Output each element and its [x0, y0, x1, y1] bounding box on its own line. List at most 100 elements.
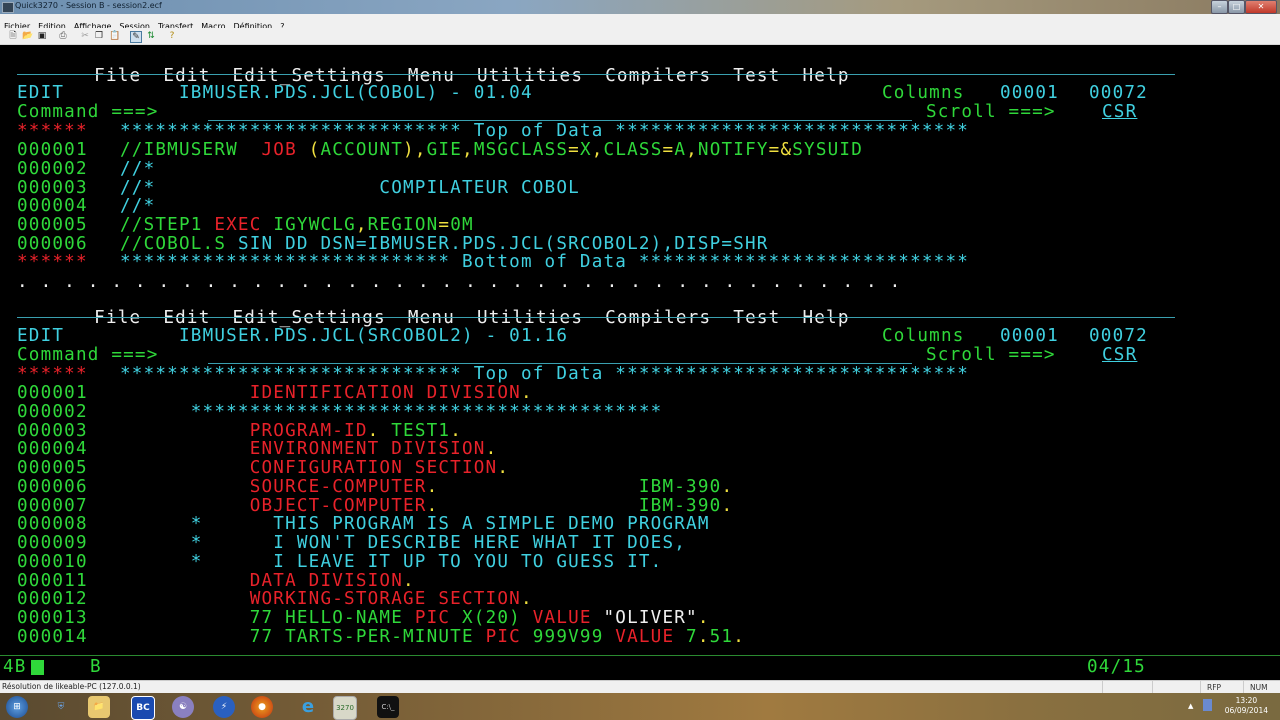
line-number[interactable]: 000002: [17, 402, 88, 422]
line-number[interactable]: 000003: [17, 421, 88, 441]
ispf-menu-edit-settings[interactable]: Edit_Settings: [233, 308, 386, 328]
source-line[interactable]: //* COMPILATEUR COBOL: [120, 178, 580, 198]
source-line[interactable]: SOURCE-COMPUTER. IBM-390.: [120, 477, 733, 497]
line-number[interactable]: 000004: [17, 440, 88, 459]
ispf-menu-help[interactable]: Help: [802, 308, 849, 328]
maximize-button[interactable]: □: [1228, 0, 1245, 14]
app-c-icon[interactable]: ☯: [172, 696, 194, 718]
cut-icon[interactable]: ✂: [80, 31, 90, 41]
code-token: .: [497, 458, 510, 478]
panel1-mode: EDIT: [17, 83, 65, 103]
code-token: ENVIRONMENT DIVISION: [120, 439, 486, 460]
file-explorer-icon[interactable]: 📁: [88, 696, 110, 718]
internet-explorer-icon[interactable]: e: [297, 696, 319, 718]
ispf-menu-utilities[interactable]: Utilities: [477, 308, 583, 328]
source-line[interactable]: CONFIGURATION SECTION.: [120, 459, 509, 478]
print-icon[interactable]: ⎙: [58, 31, 68, 41]
line-number[interactable]: 000004: [17, 197, 88, 216]
line-number[interactable]: 000012: [17, 590, 88, 609]
code-token: "OLIVER": [603, 608, 698, 628]
system-clock[interactable]: 13:20 06/09/2014: [1225, 696, 1268, 716]
source-line[interactable]: IDENTIFICATION DIVISION.: [120, 384, 533, 403]
source-line[interactable]: * THIS PROGRAM IS A SIMPLE DEMO PROGRAM: [120, 515, 710, 534]
code-token: CLASS: [603, 140, 663, 160]
status-text: Résolution de likeable-PC (127.0.0.1): [2, 682, 141, 691]
source-line[interactable]: * I WON'T DESCRIBE HERE WHAT IT DOES,: [120, 534, 686, 553]
line-number[interactable]: 000001: [17, 141, 88, 160]
code-token: .: [733, 626, 746, 647]
close-button[interactable]: ✕: [1245, 0, 1277, 14]
source-line[interactable]: PROGRAM-ID. TEST1.: [120, 421, 462, 441]
line-number[interactable]: 000009: [17, 534, 88, 553]
panel1-scroll-label: Scroll ===>: [926, 102, 1056, 122]
source-line[interactable]: //*: [120, 158, 156, 179]
line-number[interactable]: 000006: [17, 477, 88, 497]
line-number[interactable]: 000006: [17, 234, 88, 254]
line-number[interactable]: 000007: [17, 496, 88, 516]
ispf-menu-help[interactable]: Help: [802, 66, 849, 86]
line-number[interactable]: 000010: [17, 552, 88, 572]
windows-taskbar: ⊞ ⛨ 📁 BC ☯ ⚡ ● e 3270 C:\_ ▲ 13:20 06/09…: [0, 693, 1280, 720]
code-token: CONFIGURATION SECTION: [120, 458, 498, 478]
panel1-scroll-input[interactable]: CSR: [1102, 103, 1137, 122]
save-icon[interactable]: ▣: [37, 31, 47, 41]
source-line[interactable]: //COBOL.S SIN DD DSN=IBMUSER.PDS.JCL(SRC…: [120, 233, 769, 254]
source-line[interactable]: //*: [120, 197, 155, 216]
source-line[interactable]: DATA DIVISION.: [120, 571, 415, 591]
ispf-menu-file[interactable]: File: [94, 66, 141, 86]
source-line[interactable]: * I LEAVE IT UP TO YOU TO GUESS IT.: [120, 552, 662, 572]
line-number[interactable]: 000001: [17, 384, 88, 403]
ispf-menu-test[interactable]: Test: [733, 66, 780, 86]
line-number[interactable]: 000005: [17, 459, 88, 478]
paste-icon[interactable]: 📋: [109, 31, 120, 41]
code-token: //STEP1: [120, 215, 215, 235]
source-line[interactable]: 77 TARTS-PER-MINUTE PIC 999V99 VALUE 7.5…: [120, 626, 746, 647]
security-app-icon[interactable]: ⛨: [50, 696, 72, 718]
source-line[interactable]: OBJECT-COMPUTER. IBM-390.: [120, 495, 733, 516]
quick3270-taskbar-icon[interactable]: 3270: [333, 696, 357, 720]
line-number[interactable]: 000014: [17, 627, 88, 647]
tray-expand-icon[interactable]: ▲: [1188, 702, 1193, 710]
code-token: EXEC: [214, 215, 274, 235]
line-number[interactable]: 000005: [17, 216, 88, 235]
panel1-columns-from: 00001: [1000, 83, 1059, 103]
line-number[interactable]: 000013: [17, 609, 88, 628]
line-number[interactable]: 000003: [17, 178, 88, 198]
line-number[interactable]: 000002: [17, 159, 88, 179]
transfer-icon[interactable]: ⇅: [146, 31, 156, 41]
daemon-tools-icon[interactable]: ⚡: [213, 696, 235, 718]
line-number[interactable]: 000011: [17, 571, 88, 591]
open-folder-icon[interactable]: 📂: [22, 31, 33, 41]
code-token: //*: [120, 158, 156, 179]
code-token: PIC: [414, 608, 462, 628]
ispf-menu-edit[interactable]: Edit: [163, 308, 210, 328]
session-icon[interactable]: ✎: [130, 31, 142, 43]
panel1-command-label: Command ===>: [17, 102, 159, 122]
line-number[interactable]: 000008: [17, 515, 88, 534]
copy-icon[interactable]: ❐: [94, 31, 104, 41]
source-line[interactable]: ****************************************: [120, 402, 662, 422]
cmd-icon[interactable]: C:\_: [377, 696, 399, 718]
terminal-screen[interactable]: File Edit Edit_Settings Menu Utilities Compil…: [0, 45, 1280, 680]
start-button[interactable]: ⊞: [6, 696, 28, 718]
code-token: SIN DD DSN=IBMUSER.PDS.JCL(SRCOBOL2),DIS…: [237, 233, 769, 254]
panel2-scroll-input[interactable]: CSR: [1102, 346, 1137, 365]
ispf-menu-file[interactable]: File: [94, 308, 141, 328]
source-line[interactable]: WORKING-STORAGE SECTION.: [120, 590, 533, 609]
ispf-menu-compilers[interactable]: Compilers: [605, 308, 711, 328]
tray-network-icon[interactable]: [1203, 699, 1212, 711]
panel2-command-label: Command ===>: [17, 345, 159, 365]
source-line[interactable]: //STEP1 EXEC IGYWCLG,REGION=0M: [120, 216, 474, 235]
ispf-menu-compilers[interactable]: Compilers: [605, 66, 711, 86]
new-file-icon[interactable]: 🗎: [8, 31, 18, 41]
beyond-compare-icon[interactable]: BC: [131, 696, 155, 720]
source-line[interactable]: ENVIRONMENT DIVISION.: [120, 440, 497, 459]
code-token: .: [426, 495, 439, 516]
firefox-icon[interactable]: ●: [251, 696, 273, 718]
help-icon[interactable]: ?: [167, 31, 177, 41]
source-line[interactable]: //IBMUSERW JOB (ACCOUNT),GIE,MSGCLASS=X,…: [120, 141, 863, 160]
ispf-menu-test[interactable]: Test: [733, 308, 780, 328]
minimize-button[interactable]: –: [1211, 0, 1228, 14]
source-line[interactable]: 77 HELLO-NAME PIC X(20) VALUE "OLIVER".: [120, 609, 710, 628]
ispf-menu-menu[interactable]: Menu: [408, 308, 455, 328]
